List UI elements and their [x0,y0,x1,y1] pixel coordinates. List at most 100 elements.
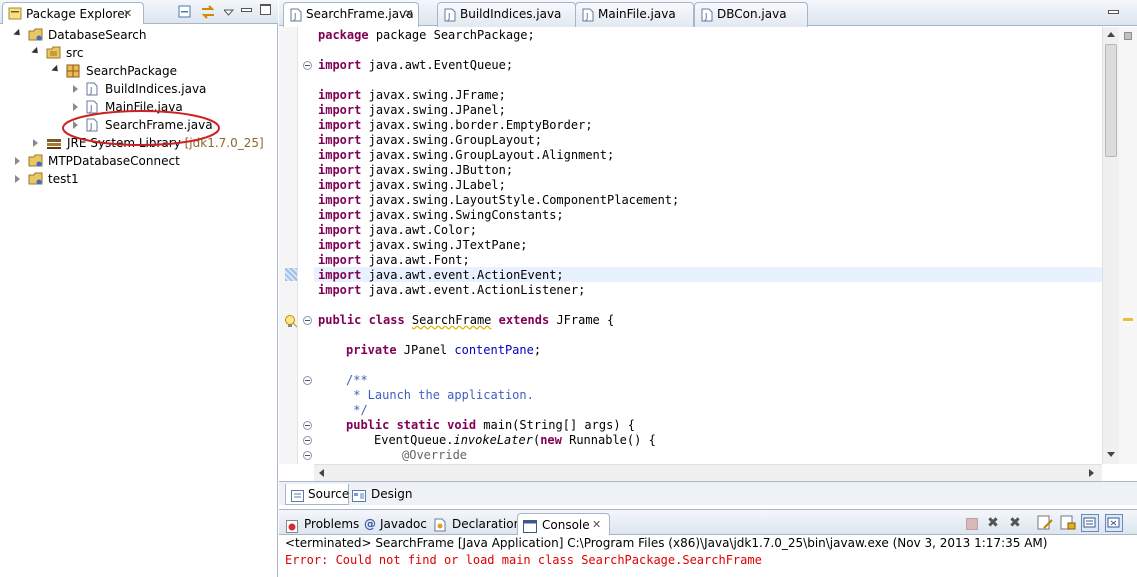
scroll-down-icon[interactable] [1107,452,1115,457]
code-line: import javax.swing.GroupLayout; [318,133,542,147]
vertical-scrollbar[interactable] [1102,27,1119,464]
collapsed-arrow-icon[interactable] [15,157,20,165]
package-explorer-tab[interactable]: Package Explorer ✕ [2,2,144,24]
expanded-arrow-icon[interactable] [31,46,41,57]
tab-dbcon[interactable]: J DBCon.java [694,2,808,27]
overview-ruler[interactable] [1119,27,1137,464]
clear-console-icon[interactable] [1036,514,1054,532]
svg-text:J: J [89,86,92,95]
expanded-arrow-icon[interactable] [51,64,61,75]
code-line: @Override [402,448,468,462]
code-line: import java.awt.EventQueue; [318,58,514,72]
code-line: */ [346,403,368,417]
project-icon [28,28,44,42]
code-line: import java.awt.event.ActionListener; [318,283,586,297]
warning-marker[interactable] [1123,318,1133,321]
code-line: import javax.swing.LayoutStyle.Component… [318,193,680,207]
java-file-icon: J [86,82,98,96]
overview-indicator [1124,32,1132,40]
pin-console-icon[interactable] [1081,514,1099,532]
fold-toggle-icon[interactable] [303,436,312,445]
collapsed-arrow-icon[interactable] [33,139,38,147]
tab-source[interactable]: Source [285,484,349,505]
svg-text:J: J [704,12,707,21]
java-file-icon: J [701,8,713,22]
tab-searchframe[interactable]: J SearchFrame.java ✕ [283,2,419,28]
remove-all-terminated-icon[interactable]: ✖ [1006,514,1024,532]
package-explorer-icon [8,7,22,20]
maximize-icon[interactable] [260,4,271,15]
horizontal-scrollbar[interactable] [314,464,1102,481]
svg-text:J: J [585,12,588,21]
svg-text:J: J [293,12,296,21]
close-tab-icon[interactable]: ✕ [404,7,413,20]
source-icon [291,488,304,502]
console-icon [523,518,537,533]
source-folder-icon [46,46,62,60]
tab-design[interactable]: Design [349,484,412,504]
scroll-up-icon[interactable] [1107,32,1115,37]
project-icon [28,172,44,186]
editor-gutter[interactable] [279,27,298,464]
code-line: private JPanel contentPane; [346,343,542,357]
warning-lightbulb-icon [284,314,298,328]
minimize-icon[interactable] [241,8,252,12]
code-line: import javax.swing.JLabel; [318,178,506,192]
tab-declaration[interactable]: Declaration [431,513,521,535]
scrollbar-thumb[interactable] [1105,44,1117,157]
code-line: import javax.swing.GroupLayout.Alignment… [318,148,615,162]
java-file-icon: J [444,8,456,22]
code-line: import java.awt.Color; [318,223,477,237]
code-line: * Launch the application. [346,388,534,402]
fold-toggle-icon[interactable] [303,316,312,325]
code-line: import javax.swing.border.EmptyBorder; [318,118,593,132]
editor-tabbar: J SearchFrame.java ✕ J BuildIndices.java… [279,0,1137,28]
code-line: EventQueue.invokeLater(new Runnable() { [374,433,656,447]
expanded-arrow-icon[interactable] [13,28,23,39]
remove-launch-icon[interactable]: ✖ [984,514,1002,532]
code-line: import javax.swing.JButton; [318,163,514,177]
fold-toggle-icon[interactable] [303,451,312,460]
collapse-all-icon[interactable] [178,5,192,19]
java-file-icon: J [582,8,594,22]
java-file-icon: J [290,8,302,22]
fold-toggle-icon[interactable] [303,61,312,70]
tab-mainfile[interactable]: J MainFile.java [575,2,694,27]
code-line: public static void main(String[] args) { [346,418,635,432]
console-status: <terminated> SearchFrame [Java Applicati… [285,536,1048,550]
fold-toggle-icon[interactable] [303,421,312,430]
code-line: import javax.swing.SwingConstants; [318,208,564,222]
tab-buildindices[interactable]: J BuildIndices.java [437,2,576,27]
problems-icon [286,518,298,533]
close-icon[interactable]: ✕ [123,7,132,20]
console-error: Error: Could not find or load main class… [285,553,762,567]
package-explorer-panel: Package Explorer ✕ DatabaseSearch src Se… [0,0,278,577]
tab-javadoc[interactable]: @ Javadoc [361,513,429,535]
terminate-icon[interactable] [962,514,980,532]
code-line: import javax.swing.JTextPane; [318,238,528,252]
code-line: import java.awt.Font; [318,253,470,267]
javadoc-icon: @ [364,517,376,531]
tab-console[interactable]: Console ✕ [517,513,610,536]
view-menu-icon[interactable] [222,6,235,16]
fold-toggle-icon[interactable] [303,376,312,385]
collapsed-arrow-icon[interactable] [73,85,78,93]
scroll-right-icon[interactable] [1089,469,1094,477]
editor-mode-bar: Source Design [279,481,1137,505]
code-line: import javax.swing.JFrame; [318,88,506,102]
design-icon [352,488,366,502]
folding-ruler [298,27,314,464]
highlight-ellipse [62,110,220,146]
minimize-icon[interactable] [1108,10,1119,14]
scroll-left-icon[interactable] [319,469,324,477]
collapsed-arrow-icon[interactable] [15,175,20,183]
console-output[interactable]: <terminated> SearchFrame [Java Applicati… [279,535,1137,577]
link-with-editor-icon[interactable] [200,4,216,20]
scroll-lock-icon[interactable] [1059,514,1077,532]
close-tab-icon[interactable]: ✕ [592,514,601,536]
tab-problems[interactable]: Problems [283,513,359,535]
change-marker-icon [285,268,297,281]
display-console-icon[interactable] [1105,514,1123,532]
svg-text:J: J [447,12,450,21]
code-editor[interactable]: package package SearchPackage; import ja… [314,27,1102,464]
